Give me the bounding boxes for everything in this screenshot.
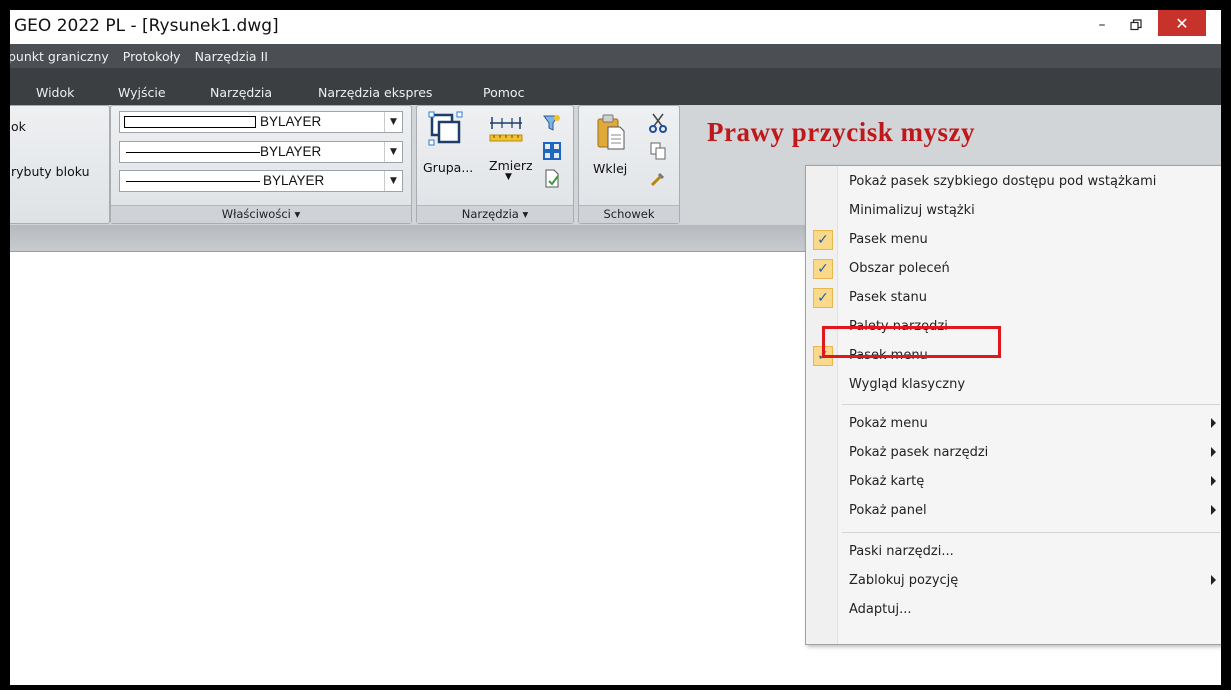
tab-narzedzia-ekspres[interactable]: Narzędzia ekspres [318, 85, 432, 100]
menu-item-label: Pokaż pasek szybkiego dostępu pod wstążk… [849, 174, 1157, 189]
menu-item-show-menu[interactable]: Pokaż menu [806, 410, 1221, 439]
menu-item-label: Pokaż kartę [849, 474, 925, 489]
menu-item-customize[interactable]: Adaptuj... [806, 596, 1221, 625]
title-bar: GEO 2022 PL - [Rysunek1.dwg] – ✕ [10, 10, 1221, 44]
block-insert-label[interactable]: ok [11, 119, 26, 134]
window-title: GEO 2022 PL - [Rysunek1.dwg] [14, 16, 279, 36]
menu-item-minimize-ribbon[interactable]: Minimalizuj wstążki [806, 197, 1221, 226]
tools-footer[interactable]: Narzędzia ▾ [417, 205, 573, 223]
menu-item-label: Obszar poleceń [849, 261, 950, 276]
submenu-arrow-icon [1211, 505, 1216, 515]
menu-item-show-tab[interactable]: Pokaż kartę [806, 468, 1221, 497]
dropdown-arrow-icon[interactable]: ▼ [384, 112, 402, 132]
ribbon-tabs: Widok Wyjście Narzędzia Narzędzia ekspre… [10, 68, 1221, 108]
panel-block: ok rybuty bloku [10, 105, 110, 224]
filter-icon[interactable] [541, 112, 563, 134]
menu-separator [842, 404, 1220, 405]
menu-item-label: Paski narzędzi... [849, 544, 954, 559]
menu-item-label: Wygląd klasyczny [849, 377, 966, 392]
restore-icon [1130, 19, 1142, 31]
block-attributes-label[interactable]: rybuty bloku [11, 164, 90, 179]
panel-tools: Grupa... Zmierz ▼ Narzędzia ▾ [416, 105, 574, 224]
menu-item-quick-access-below[interactable]: Pokaż pasek szybkiego dostępu pod wstążk… [806, 168, 1221, 197]
panel-properties: BYLAYER ▼ BYLAYER ▼ BYLAYER ▼ Właściwośc… [110, 105, 412, 224]
panel-clipboard: Wklej Schowek [578, 105, 680, 224]
menu-item-menu-bar[interactable]: ✓ Pasek menu [806, 226, 1221, 255]
lineweight-sample [126, 181, 260, 182]
context-menu: Pokaż pasek szybkiego dostępu pod wstążk… [805, 165, 1221, 645]
menu-item-label: Pokaż pasek narzędzi [849, 445, 989, 460]
menu-item-label: Zablokuj pozycję [849, 573, 959, 588]
linetype-value: BYLAYER [260, 144, 322, 159]
cut-icon[interactable] [647, 112, 669, 134]
color-value: BYLAYER [260, 114, 322, 129]
minimize-button[interactable]: – [1088, 12, 1116, 38]
group-label[interactable]: Grupa... [423, 160, 473, 175]
menu-item-show-toolbar[interactable]: Pokaż pasek narzędzi [806, 439, 1221, 468]
close-icon: ✕ [1175, 13, 1189, 33]
submenu-arrow-icon [1211, 575, 1216, 585]
measure-label[interactable]: Zmierz [489, 158, 533, 173]
measure-dropdown-icon[interactable]: ▼ [505, 172, 512, 182]
menu-item-label: Pokaż menu [849, 416, 928, 431]
menu-item-protokoly[interactable]: Protokoły [123, 49, 181, 64]
menu-item-status-bar[interactable]: ✓ Pasek stanu [806, 284, 1221, 313]
paste-label[interactable]: Wklej [593, 161, 627, 176]
dropdown-arrow-icon[interactable]: ▼ [384, 142, 402, 162]
color-select[interactable]: BYLAYER ▼ [119, 111, 403, 133]
menu-item-show-panel[interactable]: Pokaż panel [806, 497, 1221, 526]
tab-widok[interactable]: Widok [36, 85, 74, 100]
check-document-icon[interactable] [541, 168, 563, 190]
submenu-arrow-icon [1211, 476, 1216, 486]
properties-footer[interactable]: Właściwości ▾ [111, 205, 411, 223]
tab-pomoc[interactable]: Pomoc [483, 85, 524, 100]
close-button[interactable]: ✕ [1158, 10, 1206, 36]
hint-text: Prawy przycisk myszy [707, 117, 975, 147]
menu-bar: punkt graniczny Protokoły Narzędzia II [10, 44, 1221, 68]
lineweight-value: BYLAYER [263, 173, 325, 188]
lineweight-select[interactable]: BYLAYER ▼ [119, 170, 403, 192]
dropdown-arrow-icon[interactable]: ▼ [384, 171, 402, 191]
checkmark-icon: ✓ [813, 230, 833, 250]
tab-wyjscie[interactable]: Wyjście [118, 85, 166, 100]
checkmark-icon: ✓ [813, 259, 833, 279]
copy-icon[interactable] [647, 140, 669, 162]
clipboard-footer[interactable]: Schowek [579, 205, 679, 223]
menu-item-narzedzia-ii[interactable]: Narzędzia II [195, 49, 268, 64]
tab-narzedzia[interactable]: Narzędzia [210, 85, 272, 100]
menu-item-classic-look[interactable]: Wygląd klasyczny [806, 371, 1221, 400]
group-icon[interactable] [427, 110, 465, 148]
menu-item-label: Minimalizuj wstążki [849, 203, 975, 218]
menu-item-label: Pokaż panel [849, 503, 927, 518]
submenu-arrow-icon [1211, 447, 1216, 457]
menu-separator [842, 532, 1220, 533]
measure-icon[interactable] [487, 112, 527, 148]
linetype-sample [126, 152, 260, 153]
match-properties-icon[interactable] [647, 168, 669, 190]
menu-item-toolbars[interactable]: Paski narzędzi... [806, 538, 1221, 567]
quick-select-icon[interactable] [541, 140, 563, 162]
checkmark-icon: ✓ [813, 288, 833, 308]
menu-item-label: Pasek stanu [849, 290, 927, 305]
minimize-icon: – [1098, 17, 1106, 33]
menu-item-command-area[interactable]: ✓ Obszar poleceń [806, 255, 1221, 284]
color-swatch [124, 116, 256, 128]
submenu-arrow-icon [1211, 418, 1216, 428]
paste-icon[interactable] [593, 112, 629, 152]
menu-item-lock-position[interactable]: Zablokuj pozycję [806, 567, 1221, 596]
linetype-select[interactable]: BYLAYER ▼ [119, 141, 403, 163]
highlight-box-tool-palettes [822, 326, 1001, 358]
app-window: GEO 2022 PL - [Rysunek1.dwg] – ✕ punkt g… [10, 10, 1221, 685]
restore-button[interactable] [1122, 12, 1150, 38]
menu-item-punkt-graniczny[interactable]: punkt graniczny [10, 49, 109, 64]
menu-item-label: Adaptuj... [849, 602, 912, 617]
menu-item-label: Pasek menu [849, 232, 928, 247]
